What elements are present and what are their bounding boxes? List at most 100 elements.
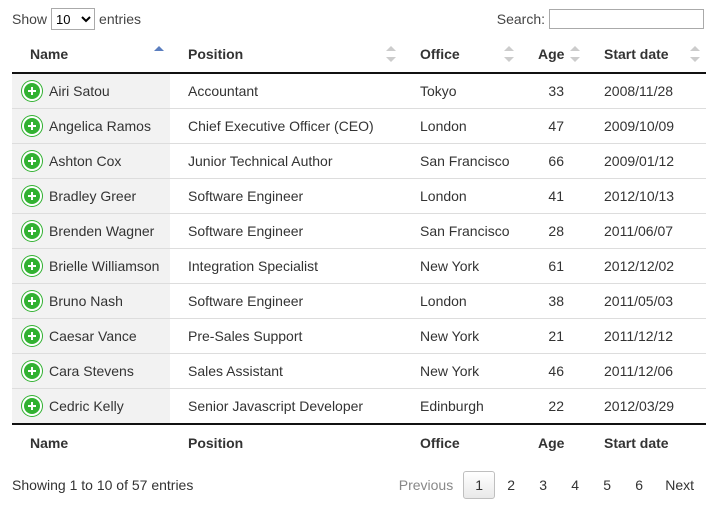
cell-name-text: Brielle Williamson <box>49 258 159 274</box>
table-controls-top: Show 102550100 entries Search: <box>12 8 704 36</box>
cell-name-text: Cara Stevens <box>49 363 134 379</box>
cell-name-text: Airi Satou <box>49 83 110 99</box>
cell-name: Cedric Kelly <box>12 389 170 425</box>
column-footer-start: Start date <box>586 424 706 461</box>
expand-row-icon[interactable] <box>24 328 40 344</box>
expand-row-icon[interactable] <box>24 398 40 414</box>
search-input[interactable] <box>549 9 704 29</box>
pagination-page-1[interactable]: 1 <box>463 471 495 499</box>
cell-name: Cara Stevens <box>12 354 170 389</box>
cell-office: London <box>402 284 520 319</box>
column-header-label: Name <box>30 46 68 62</box>
column-header-start[interactable]: Start date <box>586 36 706 73</box>
cell-name-text: Bruno Nash <box>49 293 123 309</box>
cell-position: Senior Javascript Developer <box>170 389 402 425</box>
column-footer-office: Office <box>402 424 520 461</box>
cell-name-text: Caesar Vance <box>49 328 137 344</box>
sort-asc-icon <box>154 46 164 62</box>
expand-row-icon[interactable] <box>24 293 40 309</box>
search-label: Search: <box>497 11 545 27</box>
sort-icon <box>504 46 514 62</box>
column-header-office[interactable]: Office <box>402 36 520 73</box>
table-row: Bruno NashSoftware EngineerLondon382011/… <box>12 284 706 319</box>
cell-age: 66 <box>520 144 586 179</box>
column-header-name[interactable]: Name <box>12 36 170 73</box>
pagination-previous: Previous <box>389 471 463 499</box>
cell-start: 2011/06/07 <box>586 214 706 249</box>
table-foot: NamePositionOfficeAgeStart date <box>12 424 706 461</box>
column-footer-age: Age <box>520 424 586 461</box>
cell-position: Junior Technical Author <box>170 144 402 179</box>
cell-start: 2011/05/03 <box>586 284 706 319</box>
expand-row-icon[interactable] <box>24 258 40 274</box>
expand-row-icon[interactable] <box>24 223 40 239</box>
table-body: Airi SatouAccountantTokyo332008/11/28Ang… <box>12 73 706 424</box>
length-menu-show: Show <box>12 11 47 27</box>
cell-name: Angelica Ramos <box>12 109 170 144</box>
cell-age: 33 <box>520 73 586 109</box>
cell-name: Airi Satou <box>12 73 170 109</box>
column-header-label: Start date <box>604 46 669 62</box>
cell-name-text: Bradley Greer <box>49 188 136 204</box>
pagination-next[interactable]: Next <box>655 471 704 499</box>
expand-row-icon[interactable] <box>24 363 40 379</box>
sort-icon <box>690 46 700 62</box>
expand-row-icon[interactable] <box>24 83 40 99</box>
column-footer-position: Position <box>170 424 402 461</box>
pagination-page-5[interactable]: 5 <box>591 471 623 499</box>
cell-office: New York <box>402 249 520 284</box>
table-row: Brielle Williamson Integration Specialist… <box>12 249 706 284</box>
column-header-label: Office <box>420 46 460 62</box>
table-controls-bottom: Showing 1 to 10 of 57 entries Previous12… <box>12 461 704 501</box>
sort-icon <box>570 46 580 62</box>
table-row: Brenden WagnerSoftware EngineerSan Franc… <box>12 214 706 249</box>
expand-row-icon[interactable] <box>24 188 40 204</box>
cell-name: Bruno Nash <box>12 284 170 319</box>
column-header-age[interactable]: Age <box>520 36 586 73</box>
length-menu-entries: entries <box>99 11 141 27</box>
cell-position: Pre-Sales Support <box>170 319 402 354</box>
table-row: Airi SatouAccountantTokyo332008/11/28 <box>12 73 706 109</box>
cell-age: 47 <box>520 109 586 144</box>
cell-name-text: Ashton Cox <box>49 153 121 169</box>
pagination-page-2[interactable]: 2 <box>495 471 527 499</box>
cell-start: 2012/10/13 <box>586 179 706 214</box>
cell-position: Software Engineer <box>170 214 402 249</box>
cell-age: 28 <box>520 214 586 249</box>
expand-row-icon[interactable] <box>24 118 40 134</box>
cell-start: 2009/10/09 <box>586 109 706 144</box>
table-info: Showing 1 to 10 of 57 entries <box>12 477 193 493</box>
pagination: Previous123456Next <box>389 471 704 499</box>
cell-office: New York <box>402 319 520 354</box>
pagination-page-6[interactable]: 6 <box>623 471 655 499</box>
cell-age: 21 <box>520 319 586 354</box>
column-header-position[interactable]: Position <box>170 36 402 73</box>
cell-age: 41 <box>520 179 586 214</box>
cell-office: New York <box>402 354 520 389</box>
cell-age: 61 <box>520 249 586 284</box>
cell-office: Tokyo <box>402 73 520 109</box>
pagination-page-4[interactable]: 4 <box>559 471 591 499</box>
expand-row-icon[interactable] <box>24 153 40 169</box>
cell-age: 22 <box>520 389 586 425</box>
pagination-page-3[interactable]: 3 <box>527 471 559 499</box>
cell-position: Accountant <box>170 73 402 109</box>
cell-name-text: Cedric Kelly <box>49 398 124 414</box>
cell-name: Ashton Cox <box>12 144 170 179</box>
cell-position: Chief Executive Officer (CEO) <box>170 109 402 144</box>
column-header-label: Position <box>188 46 243 62</box>
cell-position: Software Engineer <box>170 179 402 214</box>
cell-start: 2009/01/12 <box>586 144 706 179</box>
cell-office: London <box>402 179 520 214</box>
sort-icon <box>386 46 396 62</box>
cell-name: Caesar Vance <box>12 319 170 354</box>
cell-start: 2012/03/29 <box>586 389 706 425</box>
cell-office: San Francisco <box>402 144 520 179</box>
entries-select[interactable]: 102550100 <box>51 8 95 30</box>
cell-name-text: Angelica Ramos <box>49 118 151 134</box>
table-row: Ashton Cox Junior Technical AuthorSan Fra… <box>12 144 706 179</box>
cell-start: 2011/12/06 <box>586 354 706 389</box>
cell-position: Integration Specialist <box>170 249 402 284</box>
cell-office: San Francisco <box>402 214 520 249</box>
column-footer-name: Name <box>12 424 170 461</box>
